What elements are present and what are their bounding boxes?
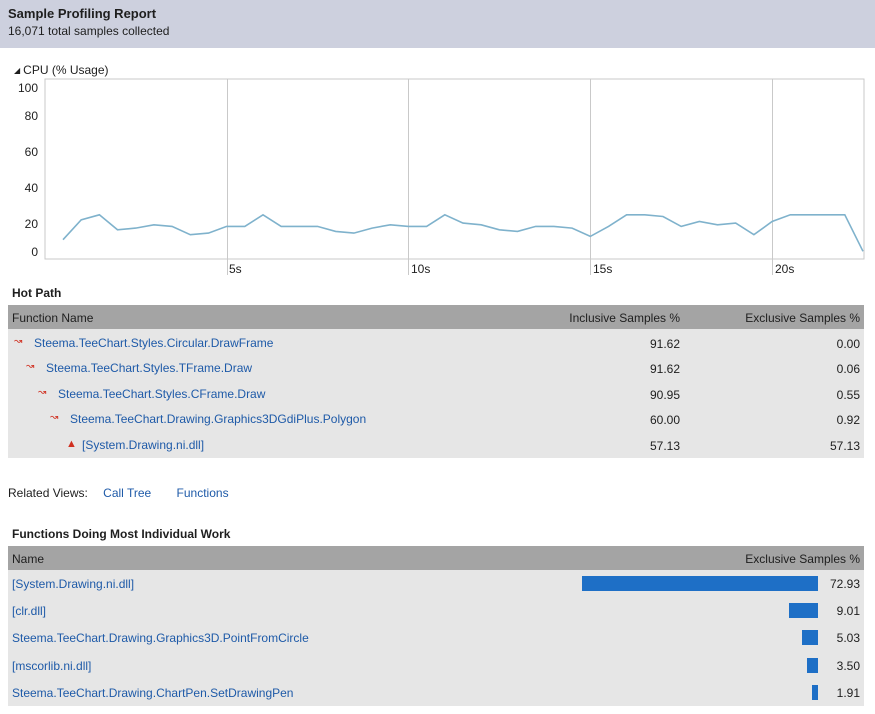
exclusive-bar: [806, 657, 818, 673]
related-views: Related Views: Call Tree Functions: [8, 486, 251, 500]
column-header-function-name[interactable]: Function Name: [12, 311, 93, 325]
inclusive-value: 90.95: [649, 387, 680, 402]
exclusive-bar: [811, 684, 818, 700]
function-link[interactable]: [mscorlib.ni.dll]: [12, 659, 91, 673]
hot-path-row[interactable]: ▲ [System.Drawing.ni.dll] 57.13 57.13: [8, 433, 864, 458]
exclusive-value: 72.93: [829, 577, 860, 591]
hot-path-arrow-icon: ↝: [26, 361, 35, 373]
exclusive-value: 0.92: [836, 413, 860, 428]
function-link[interactable]: Steema.TeeChart.Drawing.ChartPen.SetDraw…: [12, 686, 293, 700]
related-views-label: Related Views:: [8, 486, 88, 500]
chart-plot-area: [44, 78, 865, 260]
call-tree-link[interactable]: Call Tree: [103, 486, 151, 500]
work-row[interactable]: [clr.dll] 9.01: [8, 597, 864, 624]
inclusive-value: 91.62: [649, 362, 680, 377]
exclusive-value: 5.03: [836, 631, 860, 646]
function-link[interactable]: Steema.TeeChart.Styles.CFrame.Draw: [58, 387, 265, 401]
exclusive-bar: [801, 630, 818, 646]
column-header-exclusive[interactable]: Exclusive Samples %: [745, 552, 860, 566]
function-link[interactable]: Steema.TeeChart.Drawing.Graphics3D.Point…: [12, 631, 309, 645]
hot-path-arrow-icon: ↝: [14, 336, 23, 347]
inclusive-value: 60.00: [649, 413, 680, 428]
exclusive-value: 0.55: [836, 387, 860, 402]
exclusive-value: 9.01: [836, 604, 860, 619]
column-header-inclusive[interactable]: Inclusive Samples %: [569, 311, 680, 325]
hot-path-row[interactable]: ↝ Steema.TeeChart.Drawing.Graphics3DGdiP…: [8, 407, 864, 432]
inclusive-value: 91.62: [649, 337, 680, 351]
function-link[interactable]: [clr.dll]: [12, 604, 46, 618]
exclusive-value: 0.06: [836, 362, 860, 377]
exclusive-bar: [582, 576, 818, 591]
exclusive-value: 1.91: [836, 685, 860, 700]
functions-link[interactable]: Functions: [177, 486, 229, 500]
work-row[interactable]: [System.Drawing.ni.dll] 72.93: [8, 570, 864, 597]
work-row[interactable]: Steema.TeeChart.Drawing.Graphics3D.Point…: [8, 624, 864, 651]
exclusive-value: 3.50: [836, 658, 860, 673]
function-link[interactable]: Steema.TeeChart.Styles.TFrame.Draw: [46, 361, 252, 375]
column-header-name[interactable]: Name: [12, 552, 44, 566]
flame-icon: ▲: [66, 437, 77, 450]
most-work-title: Functions Doing Most Individual Work: [12, 527, 231, 541]
hot-path-arrow-icon: ↝: [38, 386, 47, 398]
hot-path-arrow-icon: ↝: [50, 412, 59, 424]
hot-path-table: Function Name Inclusive Samples % Exclus…: [8, 305, 864, 458]
hot-path-row[interactable]: ↝ Steema.TeeChart.Styles.TFrame.Draw 91.…: [8, 356, 864, 381]
cpu-usage-chart[interactable]: [0, 0, 875, 290]
function-link[interactable]: Steema.TeeChart.Drawing.Graphics3DGdiPlu…: [70, 412, 366, 426]
hot-path-header: Function Name Inclusive Samples % Exclus…: [8, 305, 864, 329]
exclusive-value: 57.13: [829, 438, 860, 453]
most-work-header: Name Exclusive Samples %: [8, 546, 864, 570]
work-row[interactable]: Steema.TeeChart.Drawing.ChartPen.SetDraw…: [8, 679, 864, 706]
work-row[interactable]: [mscorlib.ni.dll] 3.50: [8, 652, 864, 679]
function-link[interactable]: [System.Drawing.ni.dll]: [12, 577, 134, 591]
most-work-table: Name Exclusive Samples % [System.Drawing…: [8, 546, 864, 706]
hot-path-row[interactable]: ↝ Steema.TeeChart.Styles.CFrame.Draw 90.…: [8, 382, 864, 407]
function-link[interactable]: Steema.TeeChart.Styles.Circular.DrawFram…: [34, 336, 273, 350]
inclusive-value: 57.13: [649, 438, 680, 453]
column-header-exclusive[interactable]: Exclusive Samples %: [745, 311, 860, 325]
most-work-body: [System.Drawing.ni.dll] 72.93 [clr.dll] …: [8, 570, 864, 706]
hot-path-body: ↝ Steema.TeeChart.Styles.Circular.DrawFr…: [8, 329, 864, 458]
hot-path-row[interactable]: ↝ Steema.TeeChart.Styles.Circular.DrawFr…: [8, 331, 864, 356]
function-link[interactable]: [System.Drawing.ni.dll]: [82, 438, 204, 452]
hot-path-title: Hot Path: [12, 286, 62, 300]
exclusive-bar: [788, 603, 818, 619]
exclusive-value: 0.00: [836, 337, 860, 351]
